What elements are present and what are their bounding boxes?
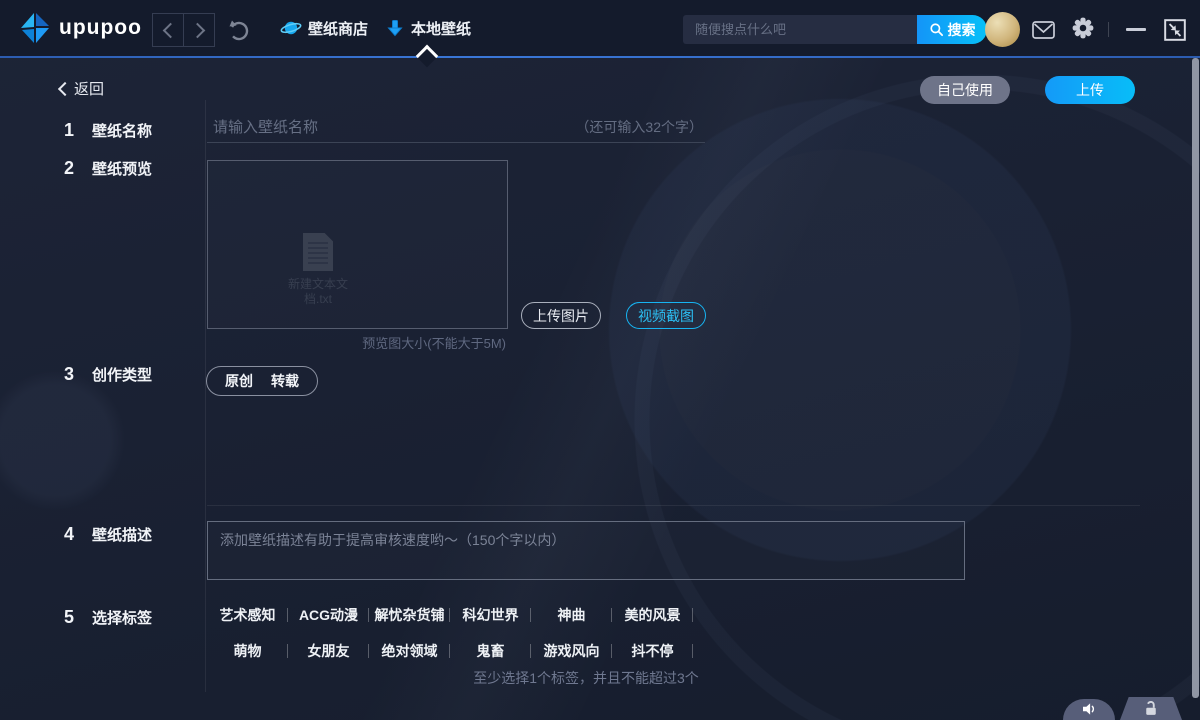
upupoo-diamond-icon bbox=[18, 11, 52, 45]
tags-selection-hint: 至少选择1个标签，并且不能超过3个 bbox=[207, 668, 965, 688]
name-char-counter: （还可输入32个字） bbox=[575, 117, 705, 137]
step-wallpaper-preview: 2 壁纸预览 bbox=[64, 158, 152, 179]
gear-icon bbox=[1071, 16, 1095, 40]
type-repost-option[interactable]: 转载 bbox=[271, 371, 299, 391]
mail-icon bbox=[1032, 21, 1055, 39]
tag-option[interactable]: 神曲 bbox=[531, 605, 612, 625]
text-file-icon bbox=[303, 233, 333, 271]
nav-shop-label: 壁纸商店 bbox=[308, 18, 368, 39]
wallpaper-name-input[interactable] bbox=[207, 119, 575, 136]
step-label: 创作类型 bbox=[92, 364, 152, 385]
step-number: 3 bbox=[64, 364, 76, 385]
self-use-button[interactable]: 自己使用 bbox=[920, 76, 1010, 104]
chevron-right-icon bbox=[189, 22, 205, 38]
video-capture-button[interactable]: 视频截图 bbox=[626, 302, 706, 329]
history-nav bbox=[152, 13, 215, 47]
app-logo[interactable]: upupoo bbox=[18, 11, 142, 45]
creation-type-toggle: 原创 转载 bbox=[206, 366, 318, 396]
upload-image-button[interactable]: 上传图片 bbox=[521, 302, 601, 329]
lock-tab[interactable] bbox=[1120, 697, 1182, 720]
search-icon bbox=[929, 22, 944, 37]
section-divider bbox=[207, 505, 1140, 506]
back-chevron-icon bbox=[58, 81, 72, 95]
step-select-tags: 5 选择标签 bbox=[64, 607, 152, 628]
tags-row-1: 艺术感知 ACG动漫 解忧杂货铺 科幻世界 神曲 美的风景 bbox=[207, 605, 693, 625]
description-textarea[interactable] bbox=[207, 521, 965, 580]
tag-option[interactable]: 科幻世界 bbox=[450, 605, 531, 625]
refresh-button[interactable] bbox=[226, 17, 252, 43]
sidebar-divider bbox=[205, 100, 206, 692]
step-number: 5 bbox=[64, 607, 76, 628]
collapse-window-icon bbox=[1163, 18, 1187, 42]
step-number: 2 bbox=[64, 158, 76, 179]
step-creation-type: 3 创作类型 bbox=[64, 364, 152, 385]
tag-option[interactable]: 绝对领域 bbox=[369, 641, 450, 661]
upload-button[interactable]: 上传 bbox=[1045, 76, 1135, 104]
step-label: 壁纸名称 bbox=[92, 120, 152, 141]
search-button[interactable]: 搜索 bbox=[917, 15, 987, 44]
logo-wordmark: upupoo bbox=[59, 16, 142, 40]
tag-option[interactable]: 抖不停 bbox=[612, 641, 693, 661]
preview-dropzone[interactable]: 新建文本文 档.txt bbox=[207, 160, 508, 329]
back-label: 返回 bbox=[74, 78, 104, 99]
nav-local-label: 本地壁纸 bbox=[411, 18, 471, 39]
back-link[interactable]: 返回 bbox=[60, 78, 104, 99]
nav-wallpaper-store[interactable]: 壁纸商店 bbox=[280, 0, 368, 56]
messages-button[interactable] bbox=[1031, 19, 1055, 41]
title-bar: upupoo 壁纸商店 本地壁纸 bbox=[0, 0, 1200, 58]
search-bar: 搜索 bbox=[683, 15, 987, 44]
back-arrow-button[interactable] bbox=[152, 13, 184, 47]
step-label: 壁纸描述 bbox=[92, 524, 152, 545]
ghost-filename-line2: 档.txt bbox=[253, 292, 383, 307]
search-button-label: 搜索 bbox=[948, 20, 976, 40]
search-input[interactable] bbox=[683, 15, 917, 44]
tag-option[interactable]: 游戏风向 bbox=[531, 641, 612, 661]
refresh-icon bbox=[226, 17, 252, 43]
description-area bbox=[207, 521, 965, 580]
tag-option[interactable]: 解忧杂货铺 bbox=[369, 605, 450, 625]
upupoo-window: upupoo 壁纸商店 本地壁纸 bbox=[0, 0, 1200, 720]
titlebar-separator bbox=[1108, 22, 1109, 37]
step-wallpaper-description: 4 壁纸描述 bbox=[64, 524, 152, 545]
forward-arrow-button[interactable] bbox=[184, 13, 215, 47]
step-number: 4 bbox=[64, 524, 76, 545]
tag-option[interactable]: 艺术感知 bbox=[207, 605, 288, 625]
tag-option[interactable]: 鬼畜 bbox=[450, 641, 531, 661]
download-arrow-icon bbox=[385, 18, 405, 38]
mini-mode-button[interactable] bbox=[1161, 16, 1188, 43]
unlock-icon bbox=[1141, 699, 1161, 718]
chevron-left-icon bbox=[162, 22, 178, 38]
tags-row-2: 萌物 女朋友 绝对领域 鬼畜 游戏风向 抖不停 bbox=[207, 641, 693, 661]
step-number: 1 bbox=[64, 120, 76, 141]
step-label: 壁纸预览 bbox=[92, 158, 152, 179]
speaker-icon bbox=[1079, 700, 1099, 718]
tag-option[interactable]: 美的风景 bbox=[612, 605, 693, 625]
ghost-filename-line1: 新建文本文 bbox=[253, 277, 383, 292]
tag-option[interactable]: 萌物 bbox=[207, 641, 288, 661]
tag-option[interactable]: 女朋友 bbox=[288, 641, 369, 661]
step-label: 选择标签 bbox=[92, 607, 152, 628]
tag-option[interactable]: ACG动漫 bbox=[288, 605, 369, 625]
wallpaper-name-row: （还可输入32个字） bbox=[207, 112, 705, 143]
vertical-scrollbar-thumb[interactable] bbox=[1192, 58, 1199, 698]
volume-tab[interactable] bbox=[1063, 699, 1115, 720]
step-wallpaper-name: 1 壁纸名称 bbox=[64, 120, 152, 141]
planet-icon bbox=[280, 17, 302, 39]
type-original-option[interactable]: 原创 bbox=[225, 371, 253, 391]
preview-size-hint: 预览图大小(不能大于5M) bbox=[207, 333, 506, 352]
user-avatar[interactable] bbox=[985, 12, 1020, 47]
settings-button[interactable] bbox=[1071, 17, 1095, 39]
desktop-ghost-file: 新建文本文 档.txt bbox=[253, 233, 383, 307]
minimize-button[interactable] bbox=[1126, 28, 1146, 31]
